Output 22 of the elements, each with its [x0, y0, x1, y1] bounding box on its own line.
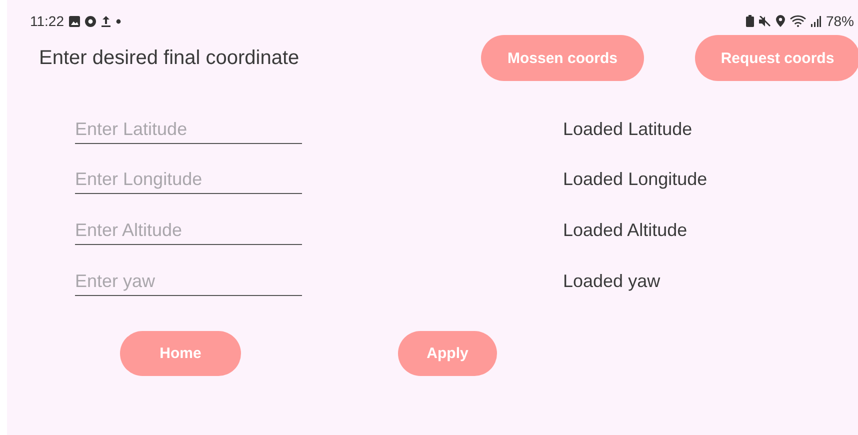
upload-icon — [101, 15, 111, 27]
screen-title: Enter desired final coordinate — [39, 46, 300, 70]
dot-icon — [116, 18, 121, 24]
input-field[interactable]: Enter Longitude — [75, 165, 302, 194]
battery-level: 78% — [826, 13, 854, 29]
loaded-value: Loaded yaw — [563, 270, 660, 292]
input-field[interactable]: Enter Latitude — [75, 114, 302, 144]
action-button[interactable]: Home — [120, 331, 241, 376]
mute-icon — [758, 16, 771, 26]
signal-icon — [810, 16, 821, 26]
coords-button[interactable]: Request coords — [695, 35, 858, 81]
action-button[interactable]: Apply — [398, 331, 497, 376]
input-field[interactable]: Enter yaw — [75, 266, 302, 296]
status-time: 11:22 — [30, 13, 64, 29]
coords-button[interactable]: Mossen coords — [481, 35, 644, 81]
image-icon — [69, 16, 80, 26]
input-field[interactable]: Enter Altitude — [75, 216, 302, 245]
loaded-value: Loaded Longitude — [563, 169, 708, 190]
wifi-icon — [790, 15, 806, 27]
location-icon — [776, 15, 785, 27]
loaded-value: Loaded Latitude — [563, 118, 692, 140]
loaded-value: Loaded Altitude — [563, 220, 688, 241]
